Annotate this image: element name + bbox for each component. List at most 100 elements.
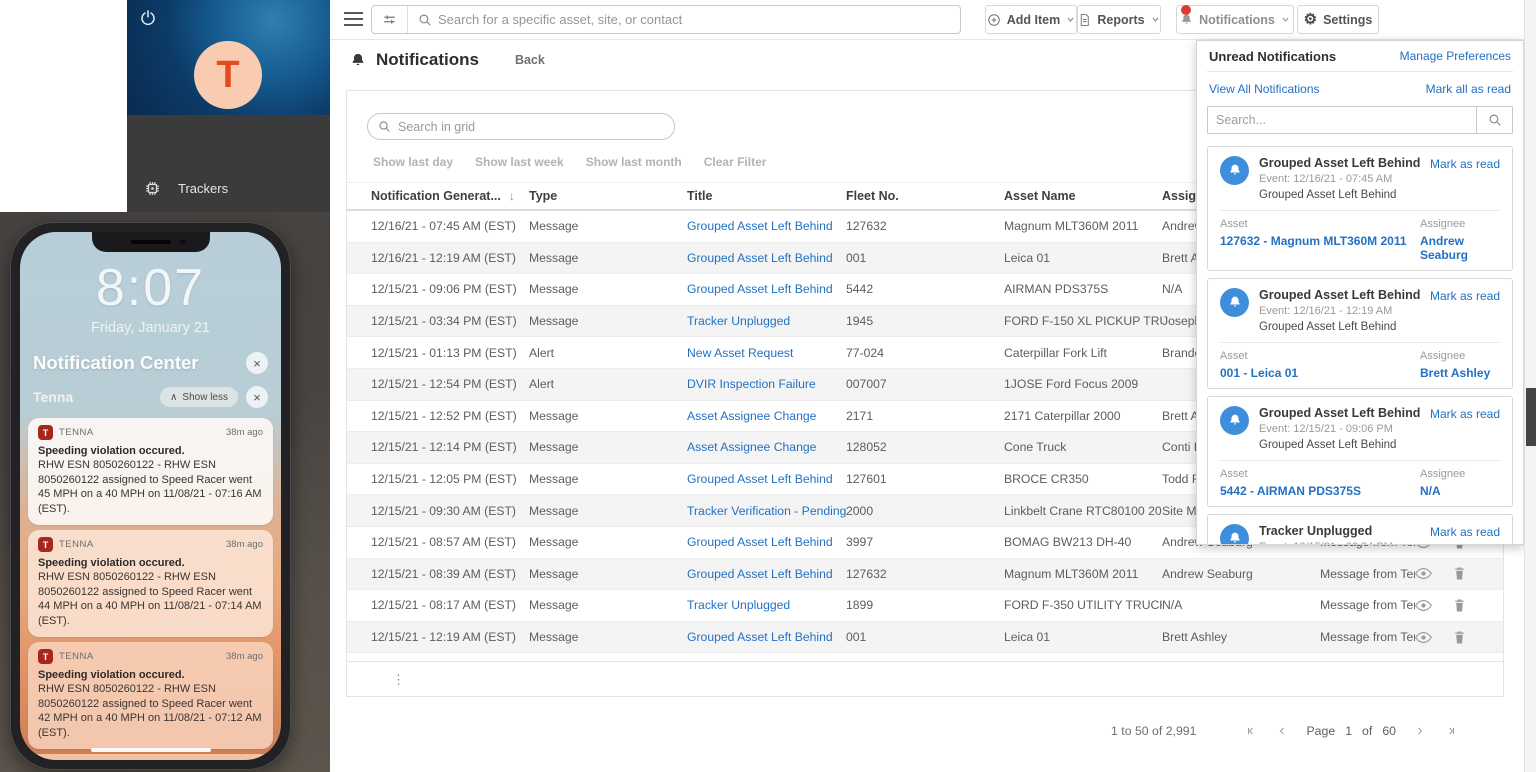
scrollbar-track[interactable] <box>1524 0 1536 772</box>
mark-as-read-link[interactable]: Mark as read <box>1430 157 1500 171</box>
notification-title-link[interactable]: Grouped Asset Left Behind <box>687 251 846 265</box>
filter-link[interactable]: Show last month <box>586 155 682 169</box>
bell-icon <box>1220 406 1249 435</box>
settings-button[interactable]: ⚙ Settings <box>1297 5 1379 34</box>
last-page-icon[interactable] <box>1444 725 1458 737</box>
asset-link[interactable]: 127632 - Magnum MLT360M 2011 <box>1220 234 1420 248</box>
view-eye-icon[interactable] <box>1415 567 1453 580</box>
asset-link[interactable]: 5442 - AIRMAN PDS375S <box>1220 484 1420 498</box>
notification-age: 38m ago <box>226 651 263 663</box>
global-search-input[interactable] <box>438 12 960 27</box>
notification-title-link[interactable]: Tracker Unplugged <box>687 314 846 328</box>
asset-label: Asset <box>1220 468 1248 480</box>
notification-title-link[interactable]: DVIR Inspection Failure <box>687 377 846 391</box>
notification-title-link[interactable]: Asset Assignee Change <box>687 409 846 423</box>
cell-asset: BOMAG BW213 DH-40 <box>1004 535 1132 550</box>
total-pages: 60 <box>1382 724 1396 738</box>
notification-title-link[interactable]: Grouped Asset Left Behind <box>687 219 846 233</box>
close-icon[interactable]: × <box>246 386 268 408</box>
notification-card[interactable]: Tracker Unplugged Event: 12/15/21 - 03:3… <box>1207 514 1513 544</box>
scrollbar-thumb[interactable] <box>1526 388 1536 446</box>
prev-page-icon[interactable] <box>1276 725 1288 737</box>
column-header-title[interactable]: Title <box>687 189 846 203</box>
trash-icon[interactable] <box>1453 598 1503 613</box>
phone-notification-card[interactable]: T TENNA 38m ago Speeding violation occur… <box>28 418 273 526</box>
card-title: Grouped Asset Left Behind <box>1259 156 1421 170</box>
cell-type: Message <box>529 566 579 581</box>
filter-tune-icon[interactable] <box>372 6 408 33</box>
assignee-link[interactable]: N/A <box>1420 484 1500 498</box>
notifications-button[interactable]: Notifications <box>1176 5 1294 34</box>
grid-search-input[interactable] <box>398 119 664 134</box>
table-row[interactable]: 12/15/21 - 12:19 AM (EST) Message Groupe… <box>347 621 1503 654</box>
notification-card[interactable]: Grouped Asset Left Behind Event: 12/15/2… <box>1207 396 1513 507</box>
next-page-icon[interactable] <box>1414 725 1426 737</box>
show-less-button[interactable]: ∧ Show less <box>160 387 238 407</box>
avatar[interactable]: T <box>194 41 262 109</box>
cell-asset: Leica 01 <box>1004 630 1051 645</box>
notification-title-link[interactable]: Asset Assignee Change <box>687 440 846 454</box>
assignee-link[interactable]: Andrew Seaburg <box>1420 234 1500 262</box>
search-icon[interactable] <box>1476 107 1512 133</box>
notification-title-link[interactable]: Tracker Verification - Pending <box>687 504 846 518</box>
dropdown-title: Unread Notifications <box>1209 48 1337 64</box>
assignee-link[interactable]: Brett Ashley <box>1420 366 1500 380</box>
column-header-fleet[interactable]: Fleet No. <box>846 189 1004 203</box>
cell-type: Message <box>529 282 579 297</box>
view-all-notifications-link[interactable]: View All Notifications <box>1209 82 1320 96</box>
reports-button[interactable]: Reports <box>1077 5 1161 34</box>
sidebar-item-trackers[interactable]: Trackers <box>127 163 330 215</box>
notification-title-link[interactable]: Grouped Asset Left Behind <box>687 282 846 296</box>
sort-desc-icon[interactable]: ↓ <box>509 189 515 203</box>
phone-notification-card[interactable]: T TENNA 38m ago Speeding violation occur… <box>28 642 273 750</box>
filter-link[interactable]: Clear Filter <box>704 155 767 169</box>
manage-preferences-link[interactable]: Manage Preferences <box>1400 49 1511 63</box>
notification-title-link[interactable]: Grouped Asset Left Behind <box>687 535 846 549</box>
table-row[interactable]: 12/15/21 - 08:17 AM (EST) Message Tracke… <box>347 590 1503 622</box>
current-page: 1 <box>1345 724 1353 738</box>
trash-icon[interactable] <box>1453 566 1503 581</box>
cell-fleet: 1945 <box>846 314 874 329</box>
column-header-type[interactable]: Type <box>529 189 687 203</box>
view-eye-icon[interactable] <box>1415 631 1453 644</box>
hamburger-menu-icon[interactable] <box>344 12 363 30</box>
cell-type: Message <box>529 535 579 550</box>
notification-title-link[interactable]: Grouped Asset Left Behind <box>687 630 846 644</box>
view-eye-icon[interactable] <box>1415 599 1453 612</box>
lock-screen-time: 8:07 <box>95 259 206 317</box>
grid-search <box>367 113 675 140</box>
notification-title-link[interactable]: Grouped Asset Left Behind <box>687 567 846 581</box>
cell-fleet: 3997 <box>846 535 874 550</box>
card-event-time: Event: 12/16/21 - 12:19 AM <box>1259 305 1393 317</box>
notification-body: RHW ESN 8050260122 - RHW ESN 8050260122 … <box>38 459 262 515</box>
cell-message: Message from Tenna <box>1320 566 1415 581</box>
phone-notification-card[interactable]: T TENNA 38m ago Speeding violation occur… <box>28 530 273 638</box>
notification-title-link[interactable]: Grouped Asset Left Behind <box>687 472 846 486</box>
phone-notch <box>91 232 210 252</box>
power-icon[interactable] <box>139 9 157 27</box>
cell-fleet: 007007 <box>846 377 887 392</box>
notification-title-link[interactable]: New Asset Request <box>687 346 846 360</box>
mark-all-as-read-link[interactable]: Mark all as read <box>1426 82 1511 96</box>
table-row[interactable]: 12/15/21 - 08:39 AM (EST) Message Groupe… <box>347 558 1503 591</box>
mark-as-read-link[interactable]: Mark as read <box>1430 525 1500 539</box>
asset-link[interactable]: 001 - Leica 01 <box>1220 366 1420 380</box>
notification-card[interactable]: Grouped Asset Left Behind Event: 12/16/2… <box>1207 146 1513 271</box>
filter-link[interactable]: Show last week <box>475 155 564 169</box>
mark-as-read-link[interactable]: Mark as read <box>1430 289 1500 303</box>
add-item-button[interactable]: Add Item <box>985 5 1077 34</box>
notification-title: Speeding violation occured. <box>38 557 185 570</box>
trash-icon[interactable] <box>1453 630 1503 645</box>
first-page-icon[interactable] <box>1244 725 1258 737</box>
filter-link[interactable]: Show last day <box>373 155 453 169</box>
close-icon[interactable]: × <box>246 352 268 374</box>
notification-title-link[interactable]: Tracker Unplugged <box>687 598 846 612</box>
phone-notification-card[interactable]: T TENNA 38m ago Speeding violation occur… <box>28 754 273 760</box>
dropdown-search-input[interactable] <box>1208 107 1476 133</box>
back-button[interactable]: Back <box>515 53 545 67</box>
mark-as-read-link[interactable]: Mark as read <box>1430 407 1500 421</box>
column-header-asset[interactable]: Asset Name <box>1004 189 1162 203</box>
cell-type: Message <box>529 408 579 423</box>
notification-card[interactable]: Grouped Asset Left Behind Event: 12/16/2… <box>1207 278 1513 389</box>
column-header-generated[interactable]: Notification Generat... ↓ <box>371 189 529 203</box>
